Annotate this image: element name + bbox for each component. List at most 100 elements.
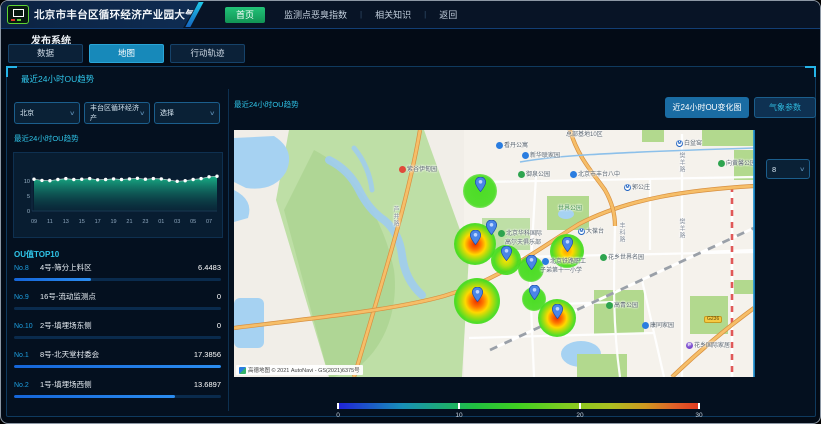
trend-chart-svg: 10 5 0 091113151719212301030507 (14, 153, 220, 235)
nav-item-knowledge[interactable]: 相关知识 (362, 8, 424, 21)
x-tick-label: 05 (190, 219, 196, 225)
chart-point (144, 178, 147, 181)
panel-title: 最近24小时OU趋势 (21, 73, 94, 85)
chart-point (191, 178, 194, 181)
header-title-area: 北京市丰台区循环经济产业园大气恶臭状况实时 (1, 1, 199, 28)
ou-change-chart-button[interactable]: 近24小时OU变化图 (665, 97, 749, 118)
map-label: 北京华科国际 (498, 230, 542, 237)
trend-chart: 10 5 0 091113151719212301030507 (13, 152, 223, 238)
chart-point (176, 180, 179, 183)
x-tick-label: 19 (111, 219, 117, 225)
park-select[interactable]: 丰台区循环经济产 ∨ (84, 102, 150, 124)
y-tick-label: 10 (24, 179, 30, 185)
x-tick-label: 17 (95, 219, 101, 225)
amap-logo-icon (239, 367, 246, 374)
x-tick-label: 21 (126, 219, 132, 225)
header-bar: 北京市丰台区循环经济产业园大气恶臭状况实时 首页 监测点恶臭指数 | 相关知识 … (1, 1, 820, 29)
nav-item-odor-index[interactable]: 监测点恶臭指数 (271, 8, 360, 21)
metro-poi-icon: M (578, 228, 585, 235)
map-label: 紫谷伊甸园 (399, 166, 437, 173)
chart-point (88, 177, 91, 180)
nav-item-back[interactable]: 返回 (426, 8, 470, 21)
x-tick-label: 09 (31, 219, 37, 225)
chart-point (207, 175, 210, 178)
map-right-accent-line (753, 130, 755, 377)
chart-point (80, 178, 83, 181)
map-label: 北京市丰台八中 (570, 171, 620, 178)
rank-label: No.9 (14, 294, 35, 301)
app-logo-icon (7, 5, 29, 24)
x-tick-label: 03 (174, 219, 180, 225)
ou-value: 17.3856 (194, 350, 221, 359)
map-labels-layer: 紫谷伊甸园看丹公寓总部基地10区M白盆窑向黄馨公园新华联家园御泉公园北京市丰台八… (234, 130, 754, 377)
chart-point (40, 179, 43, 182)
x-axis-labels: 091113151719212301030507 (31, 219, 212, 225)
city-select[interactable]: 北京 ∨ (14, 102, 80, 124)
nav-item-home[interactable]: 首页 (225, 7, 265, 23)
blue-poi-icon (522, 152, 529, 159)
map-label: 樊羊路 (678, 218, 684, 239)
chart-point (72, 178, 75, 181)
main-nav: 首页 监测点恶臭指数 | 相关知识 | 返回 (225, 1, 470, 28)
x-tick-label: 15 (79, 219, 85, 225)
rank-label: No.10 (14, 323, 35, 330)
chart-point (128, 177, 131, 180)
metro-poi-icon: M (676, 140, 683, 147)
heatmap-color-scale (337, 403, 700, 409)
x-tick-label: 13 (63, 219, 69, 225)
map-label: 御泉公园 (518, 171, 550, 178)
park-poi-icon (498, 230, 505, 237)
scale-label: 0 (336, 412, 340, 419)
tab-data[interactable]: 数据 (8, 44, 83, 63)
y-tick-label: 5 (27, 194, 30, 200)
chart-point (136, 177, 139, 180)
chart-point (183, 179, 186, 182)
map-label: 花乡世界名园 (600, 254, 644, 261)
city-select-value: 北京 (20, 108, 34, 118)
station-name: 4号-筛分上料区 (40, 262, 198, 273)
ou-value: 0 (217, 292, 221, 301)
park-poi-icon (606, 302, 613, 309)
chart-point (199, 177, 202, 180)
scale-label: 30 (695, 412, 702, 419)
chart-point (96, 178, 99, 181)
map-label: 总部基地10区 (566, 132, 603, 138)
weather-params-button[interactable]: 气象参数 (754, 97, 816, 118)
chart-point (120, 178, 123, 181)
map-label: M白盆窑 (676, 140, 702, 147)
station-name: 8号-北天堂村委会 (40, 349, 194, 360)
chart-point (112, 177, 115, 180)
trend-chart-title: 最近24小时OU趋势 (14, 133, 79, 144)
progress-track (14, 336, 221, 339)
point-select[interactable]: 选择 ∨ (154, 102, 220, 124)
map-canvas[interactable]: 紫谷伊甸园看丹公寓总部基地10区M白盆窑向黄馨公园新华联家园御泉公园北京市丰台八… (234, 130, 754, 377)
x-tick-label: 11 (47, 219, 53, 225)
park-poi-icon (518, 171, 525, 178)
tab-map[interactable]: 地图 (89, 44, 164, 63)
station-name: 2号-填埋场东侧 (40, 320, 217, 331)
map-label: 子弟第十一小学 (540, 268, 582, 274)
x-tick-label: 01 (158, 219, 164, 225)
point-select-value: 选择 (160, 108, 174, 118)
chevron-down-icon: ∨ (69, 110, 75, 117)
map-attribution: 高德地图 © 2021 AutoNavi - GS(2021)6375号 (236, 365, 363, 375)
x-tick-label: 23 (142, 219, 148, 225)
progress-track (14, 365, 221, 368)
chart-point (104, 178, 107, 181)
ou-value: 6.4483 (198, 263, 221, 272)
map-right-dropdown[interactable]: 8 ∨ (766, 159, 810, 179)
map-right-dropdown-value: 8 (772, 165, 776, 174)
map-label: 北京铁路职工 (542, 258, 586, 265)
map-label: 康同家园 (642, 322, 674, 329)
scale-tick (698, 403, 700, 409)
map-label: P花乡国际家居 (686, 342, 730, 349)
tab-trajectory[interactable]: 行动轨迹 (170, 44, 245, 63)
main-panel: 最近24小时OU趋势 北京 ∨ 丰台区循环经济产 ∨ 选择 ∨ 最近24小时OU… (6, 66, 816, 417)
panel-corner-decoration (6, 66, 17, 77)
map-section-title: 最近24小时OU趋势 (234, 99, 299, 110)
red-poi-icon (399, 166, 406, 173)
blue-poi-icon (570, 171, 577, 178)
map-label: M郭公庄 (624, 184, 650, 191)
map-label: 高青公园 (606, 302, 638, 309)
rank-label: No.1 (14, 352, 35, 359)
